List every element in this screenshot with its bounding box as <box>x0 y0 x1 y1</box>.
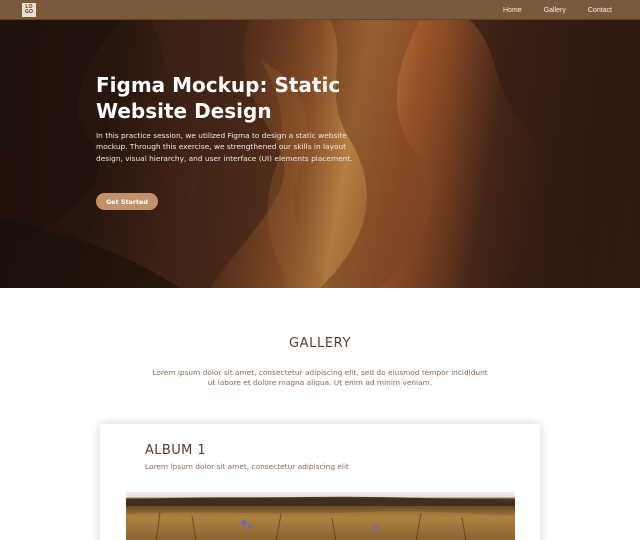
nav-link-gallery[interactable]: Gallery <box>544 7 566 14</box>
gallery-description: Lorem ipsum dolor sit amet, consectetur … <box>152 368 488 387</box>
hero-title: Figma Mockup: Static Website Design <box>96 73 341 123</box>
album-cover-image[interactable] <box>126 492 515 540</box>
logo[interactable]: LO GO <box>22 3 36 17</box>
nav-links: Home Gallery Contact <box>481 0 612 20</box>
get-started-button[interactable]: Get Started <box>96 193 158 210</box>
hero-section: Figma Mockup: Static Website Design In t… <box>0 20 640 288</box>
album-card[interactable]: ALBUM 1 Lorem ipsum dolor sit amet, cons… <box>100 424 540 540</box>
nav-link-home[interactable]: Home <box>503 7 522 14</box>
nav-link-contact[interactable]: Contact <box>588 7 612 14</box>
album-title: ALBUM 1 <box>145 443 206 458</box>
gallery-title: GALLERY <box>288 336 351 351</box>
meadow-photo-illustration <box>126 496 515 540</box>
hero-description: In this practice session, we utilized Fi… <box>96 131 353 163</box>
top-navbar: LO GO Home Gallery Contact <box>0 0 640 20</box>
album-subtitle: Lorem ipsum dolor sit amet, consectetur … <box>145 462 349 471</box>
logo-text-bottom: GO <box>24 9 34 15</box>
